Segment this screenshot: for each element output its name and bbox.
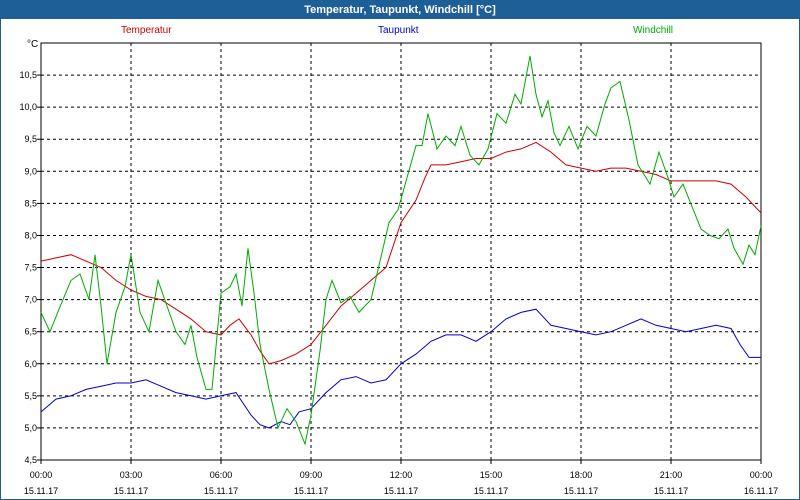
y-tick-label: 9,0: [24, 166, 37, 176]
y-tick-label: 10,0: [19, 102, 37, 112]
x-tick-time: 18:00: [570, 470, 593, 480]
y-tick-label: 6,5: [24, 327, 37, 337]
y-tick-label: 5,5: [24, 391, 37, 401]
y-tick-label: 9,5: [24, 134, 37, 144]
x-tick-time: 15:00: [480, 470, 503, 480]
y-tick-label: 5,0: [24, 423, 37, 433]
y-tick-label: 10,5: [19, 70, 37, 80]
x-tick-date: 15.11.17: [114, 486, 148, 496]
x-tick-date: 15.11.17: [564, 486, 598, 496]
x-tick-time: 03:00: [120, 470, 143, 480]
x-tick-date: 15.11.17: [474, 486, 508, 496]
x-tick-date: 15.11.17: [654, 486, 688, 496]
y-tick-label: 6,0: [24, 359, 37, 369]
y-tick-label: 4,5: [24, 455, 37, 465]
x-tick-date: 15.11.17: [294, 486, 328, 496]
x-tick-date: 15.11.17: [384, 486, 418, 496]
y-tick-label: 7,0: [24, 295, 37, 305]
y-tick-label: 7,5: [24, 263, 37, 273]
x-tick-time: 09:00: [300, 470, 323, 480]
x-tick-time: 21:00: [660, 470, 683, 480]
y-tick-label: 8,5: [24, 198, 37, 208]
x-tick-time: 12:00: [390, 470, 413, 480]
chart-window: Temperatur, Taupunkt, Windchill [°C] Tem…: [0, 0, 800, 500]
x-tick-date: 16.11.17: [744, 486, 778, 496]
x-tick-time: 00:00: [750, 470, 773, 480]
x-tick-time: 00:00: [30, 470, 53, 480]
x-tick-date: 15.11.17: [24, 486, 58, 496]
y-tick-label: 8,0: [24, 230, 37, 240]
plot-area: 4,5 5,0 5,5 6,0 6,5 7,0 7,5 8,0 8,5 9,0 9,5 10,0 10,…: [19, 42, 778, 496]
x-tick-time: 06:00: [210, 470, 233, 480]
x-tick-date: 15.11.17: [204, 486, 238, 496]
